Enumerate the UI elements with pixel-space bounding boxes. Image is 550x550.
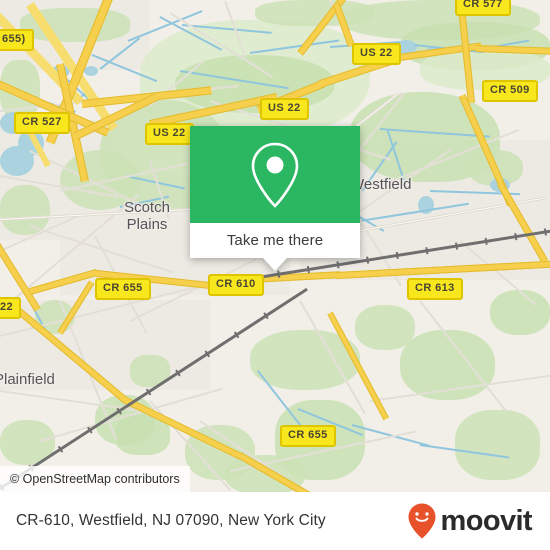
green-area: [455, 410, 540, 480]
moovit-logo[interactable]: moovit: [407, 502, 533, 540]
road-shield-cr527[interactable]: CR 527: [14, 112, 70, 134]
road-shield-us22-e[interactable]: US 22: [352, 43, 401, 65]
popup-tail: [262, 257, 288, 271]
road-shield-cr577[interactable]: CR 577: [455, 0, 511, 16]
map-pin-smiley-icon: [408, 503, 436, 539]
popup-header: [190, 126, 360, 223]
road-shield-us22-w[interactable]: US 22: [145, 123, 194, 145]
map-pin-icon: [251, 142, 299, 208]
place-label-plainfield: Plainfield: [0, 371, 55, 388]
road-shield-cr610[interactable]: CR 610: [208, 274, 264, 296]
water-body: [84, 66, 98, 76]
moovit-wordmark: moovit: [440, 504, 533, 537]
location-popup-card[interactable]: Take me there: [190, 126, 360, 271]
map-attribution: © OpenStreetMap contributors: [0, 466, 190, 492]
map-canvas[interactable]: Scotch Plains Westfield Plainfield 655) …: [0, 0, 550, 492]
attribution-text: © OpenStreetMap contributors: [10, 472, 180, 486]
road-shield-22-sw[interactable]: 22: [0, 297, 22, 319]
address-label: CR-610, Westfield, NJ 07090, New York Ci…: [16, 512, 326, 529]
road-shield-cr509[interactable]: CR 509: [482, 80, 538, 102]
road-shield-cr655-nw[interactable]: 655): [0, 29, 34, 51]
place-label-scotch-plains: Scotch Plains: [124, 199, 170, 233]
road-shield-cr613[interactable]: CR 613: [407, 278, 463, 300]
road-shield-cr655-w[interactable]: CR 655: [95, 278, 151, 300]
road-shield-cr655-s[interactable]: CR 655: [280, 425, 336, 447]
map-screenshot: Scotch Plains Westfield Plainfield 655) …: [0, 0, 550, 550]
footer-bar: CR-610, Westfield, NJ 07090, New York Ci…: [0, 492, 550, 550]
take-me-there-button[interactable]: Take me there: [190, 223, 360, 258]
green-area: [490, 290, 550, 335]
place-label-westfield: Westfield: [350, 176, 412, 193]
take-me-there-label: Take me there: [226, 232, 324, 249]
road-shield-us22-c[interactable]: US 22: [260, 98, 309, 120]
green-area: [0, 185, 50, 235]
